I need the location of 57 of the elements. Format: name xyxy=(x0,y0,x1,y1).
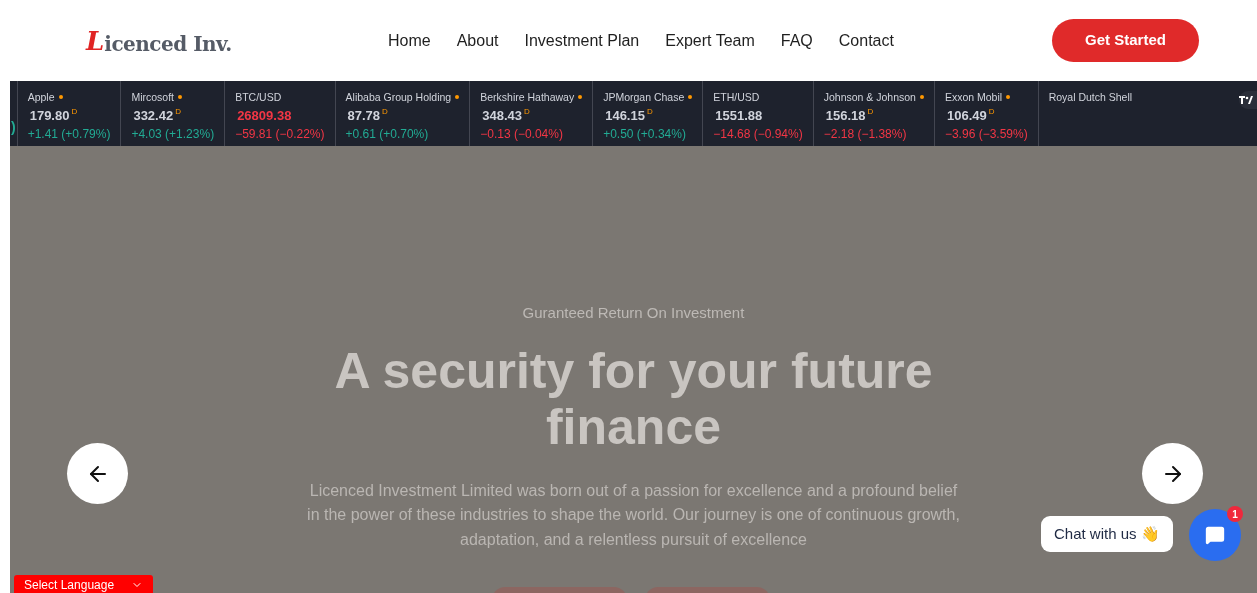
delayed-mark: D xyxy=(175,105,181,118)
hero-title: A security for your future finance xyxy=(333,342,934,455)
ticker-price: 26809.38 xyxy=(237,106,292,125)
ticker-change: +0.61 (+0.70%) xyxy=(345,126,430,144)
nav-link[interactable]: Contact xyxy=(838,28,894,53)
delayed-mark: D xyxy=(382,105,388,118)
ticker-price: 179.80 xyxy=(29,106,70,125)
delayed-mark: D xyxy=(71,105,78,118)
nav-link[interactable]: Investment Plan xyxy=(524,28,640,53)
ticker-price: 146.15 xyxy=(605,106,645,125)
nav-link[interactable]: About xyxy=(456,28,499,53)
delayed-mark: D xyxy=(646,105,653,118)
chat-button[interactable] xyxy=(1189,509,1241,561)
hero-text: Licenced Investment Limited was born out of a passion for excellence and a profound belief in the power of these industries to shape the world. Our journey is one of continuous growth, adaptation, and a relentless pursuit of excellence xyxy=(306,480,961,550)
language-select[interactable]: Select Language xyxy=(14,575,153,593)
ticker-change: −0.13 (−0.04%) xyxy=(480,126,564,144)
hero-eyebrow: Guranteed Return On Investment xyxy=(522,303,745,323)
ticker-price: 87.78 xyxy=(347,106,381,125)
ticker-change: −59.81 (−0.22%) xyxy=(235,126,325,144)
ticker-name: Exxon Mobil xyxy=(944,90,1028,106)
ticker-change: +1.41 (+0.79%) xyxy=(27,126,111,144)
get-started-button[interactable]: Get Started xyxy=(1052,19,1199,62)
nav-link[interactable]: Home xyxy=(388,28,431,53)
ticker-price: 106.49 xyxy=(946,106,987,125)
ticker-price: 332.42 xyxy=(133,106,174,125)
chat-icon xyxy=(1205,525,1225,545)
ticker-name: JPMorgan Chase xyxy=(603,90,693,106)
ticker-change: ) xyxy=(11,118,16,137)
next-slide-button[interactable] xyxy=(1142,443,1203,504)
ticker-change: −3.96 (−3.59%) xyxy=(944,126,1028,144)
logo-text: icenced Inv. xyxy=(104,33,232,54)
ticker-name: ETH/USD xyxy=(713,90,761,105)
ticker-name: BTC/USD xyxy=(235,90,283,105)
ticker-name: Johnson & Johnson xyxy=(823,90,924,106)
chat-label: Chat with us xyxy=(1054,523,1137,544)
ticker-change: +4.03 (+1.23%) xyxy=(131,126,215,144)
ticker-name: Royal Dutch Shell xyxy=(1048,90,1133,105)
ticker-price: 156.18 xyxy=(825,106,866,125)
previous-slide-button[interactable] xyxy=(67,443,128,504)
ticker-change: −14.68 (−0.94%) xyxy=(713,126,803,144)
ticker-name: Alibaba Group Holding xyxy=(345,90,460,106)
delayed-mark: D xyxy=(867,105,874,118)
ticker-price: 348.43 xyxy=(482,106,522,125)
delayed-mark: D xyxy=(988,105,995,118)
ticker-change: −2.18 (−1.38%) xyxy=(823,126,908,144)
ticker-change: +0.50 (+0.34%) xyxy=(603,126,687,144)
nav-link[interactable]: FAQ xyxy=(780,28,813,53)
chat-bubble[interactable]: Chat with us 👋 xyxy=(1041,516,1173,552)
logo-mark: L xyxy=(86,27,105,54)
wave-emoji: 👋 xyxy=(1140,523,1160,544)
ticker-name: Apple xyxy=(27,90,111,106)
ticker-name: Mircosoft xyxy=(131,90,215,106)
notification-badge: 1 xyxy=(1227,506,1243,522)
ticker-name: Berkshire Hathaway xyxy=(480,90,583,106)
delayed-mark: D xyxy=(523,105,530,118)
ticker-price: 1551.88 xyxy=(715,106,763,125)
nav-link[interactable]: Expert Team xyxy=(665,28,755,53)
